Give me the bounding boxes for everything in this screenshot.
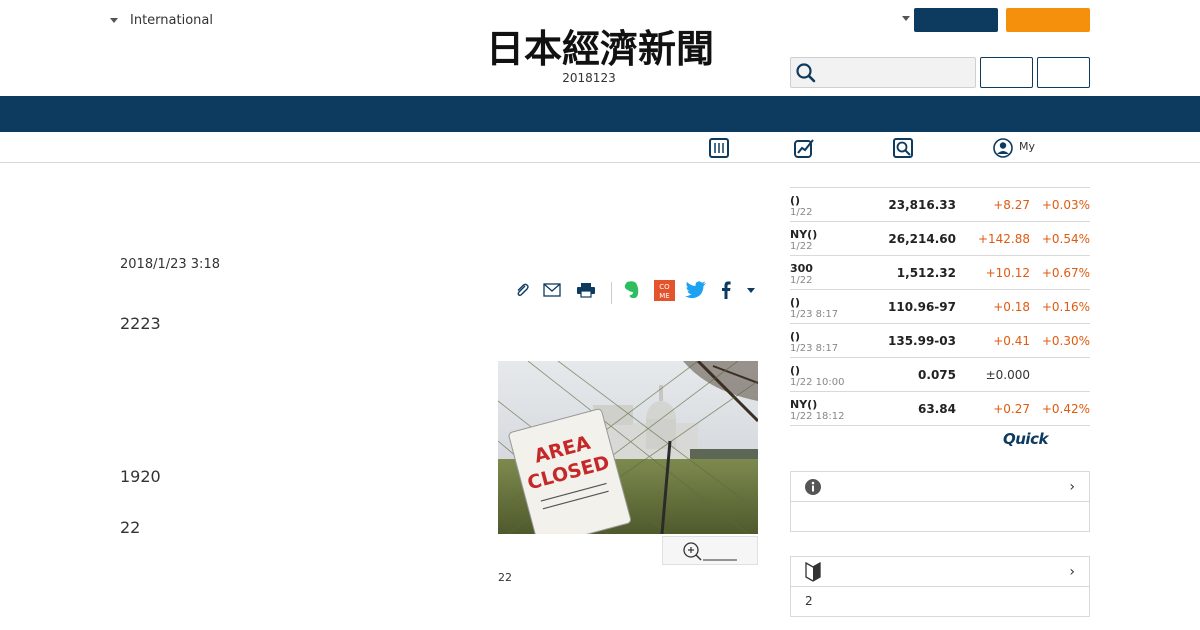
header-button-1[interactable] xyxy=(980,57,1033,88)
market-row[interactable]: 300 1/22 1,512.32 +10.12 +0.67% xyxy=(790,256,1090,290)
market-value: 110.96-97 xyxy=(888,300,956,314)
chevron-right-icon: › xyxy=(1069,479,1075,495)
region-selector[interactable]: International xyxy=(110,10,213,30)
article-photo[interactable]: AREA CLOSED xyxy=(498,361,758,534)
caret-down-icon[interactable] xyxy=(902,16,910,21)
search-icon[interactable] xyxy=(795,62,817,84)
chart-icon[interactable] xyxy=(793,137,815,159)
market-change: +142.88 xyxy=(977,232,1030,246)
caret-down-icon xyxy=(110,17,118,23)
edition-date: 2018123 xyxy=(562,71,616,85)
subscribe-button[interactable] xyxy=(914,8,998,32)
market-date: 1/22 xyxy=(790,275,813,286)
user-icon[interactable] xyxy=(992,137,1014,159)
market-percent: +0.03% xyxy=(1041,198,1090,212)
zoom-in-icon xyxy=(683,542,737,561)
beginner-box-body: 2 xyxy=(805,594,813,608)
article-paragraph: 22 xyxy=(120,518,141,537)
market-name: NY() xyxy=(790,228,818,241)
market-row[interactable]: NY() 1/22 26,214.60 +142.88 +0.54% xyxy=(790,222,1090,256)
market-date: 1/22 18:12 xyxy=(790,411,845,422)
market-name: () xyxy=(790,296,801,309)
market-name: () xyxy=(790,330,801,343)
market-name: NY() xyxy=(790,398,818,411)
market-percent: +0.42% xyxy=(1041,402,1090,416)
print-icon[interactable] xyxy=(574,276,598,304)
info-box-header[interactable]: › xyxy=(791,472,1089,502)
article-paragraph: 1920 xyxy=(120,467,161,486)
market-name: () xyxy=(790,194,801,207)
svg-text:ME: ME xyxy=(659,292,669,300)
chevron-right-icon: › xyxy=(1069,564,1075,580)
info-box[interactable]: › xyxy=(790,471,1090,532)
photo-caption: 22 xyxy=(498,571,512,584)
market-value: 0.075 xyxy=(918,368,956,382)
market-value: 23,816.33 xyxy=(888,198,956,212)
login-button[interactable] xyxy=(1006,8,1090,32)
market-value: 135.99-03 xyxy=(888,334,956,348)
search-input[interactable] xyxy=(820,62,970,84)
market-change: +0.18 xyxy=(993,300,1030,314)
market-date: 1/23 8:17 xyxy=(790,343,839,354)
newspaper-icon[interactable] xyxy=(708,137,730,159)
market-date: 1/22 xyxy=(790,207,813,218)
market-table: () 1/22 23,816.33 +8.27 +0.03% NY() 1/22… xyxy=(790,187,1090,426)
twitter-icon[interactable] xyxy=(685,276,707,304)
evernote-icon[interactable] xyxy=(621,276,643,304)
market-date: 1/22 xyxy=(790,241,813,252)
mail-icon[interactable] xyxy=(542,276,562,304)
beginner-box-header[interactable]: › xyxy=(791,557,1089,587)
market-row[interactable]: () 1/23 8:17 110.96-97 +0.18 +0.16% xyxy=(790,290,1090,324)
market-change: +0.41 xyxy=(993,334,1030,348)
market-name: 300 xyxy=(790,262,813,275)
my-nikkei-label[interactable]: My xyxy=(1019,140,1035,153)
info-icon xyxy=(805,479,821,495)
share-divider xyxy=(611,282,612,304)
market-percent: +0.16% xyxy=(1041,300,1090,314)
article-paragraph: 2223 xyxy=(120,314,161,333)
site-logo[interactable]: 日本經濟新聞 xyxy=(450,26,750,71)
market-row[interactable]: () 1/22 23,816.33 +8.27 +0.03% xyxy=(790,188,1090,222)
quick-provider-logo[interactable]: Quick xyxy=(1003,430,1048,448)
main-nav-bar xyxy=(0,96,1200,132)
market-row[interactable]: () 1/23 8:17 135.99-03 +0.41 +0.30% xyxy=(790,324,1090,358)
region-label: International xyxy=(130,12,213,28)
svg-text:CO: CO xyxy=(659,283,670,291)
facebook-icon[interactable] xyxy=(718,276,734,304)
market-value: 63.84 xyxy=(918,402,956,416)
more-share-caret-icon[interactable] xyxy=(744,276,758,304)
clip-icon[interactable] xyxy=(512,276,532,304)
market-percent: +0.67% xyxy=(1041,266,1090,280)
market-value: 26,214.60 xyxy=(888,232,956,246)
header-button-2[interactable] xyxy=(1037,57,1090,88)
article-dateline: 2018/1/23 3:18 xyxy=(120,257,220,272)
market-value: 1,512.32 xyxy=(896,266,956,280)
market-percent: +0.54% xyxy=(1041,232,1090,246)
market-change: +10.12 xyxy=(985,266,1030,280)
capitol-photo-image: AREA CLOSED xyxy=(498,361,758,534)
logo-text: 日本經濟新聞 xyxy=(486,26,714,70)
market-row[interactable]: () 1/22 10:00 0.075 ±0.000 xyxy=(790,358,1090,392)
logo-image: 日本經濟新聞 xyxy=(486,26,714,71)
market-change: ±0.000 xyxy=(985,368,1030,382)
market-name: () xyxy=(790,364,801,377)
come-share-icon[interactable]: CO ME xyxy=(653,276,675,304)
market-percent: +0.30% xyxy=(1041,334,1090,348)
beginner-box[interactable]: › 2 xyxy=(790,556,1090,617)
market-change: +0.27 xyxy=(993,402,1030,416)
search-article-icon[interactable] xyxy=(892,137,914,159)
beginner-mark-icon xyxy=(805,562,821,582)
photo-zoom-button[interactable] xyxy=(662,536,758,565)
market-row[interactable]: NY() 1/22 18:12 63.84 +0.27 +0.42% xyxy=(790,392,1090,426)
market-change: +8.27 xyxy=(993,198,1030,212)
market-date: 1/22 10:00 xyxy=(790,377,845,388)
market-date: 1/23 8:17 xyxy=(790,309,839,320)
